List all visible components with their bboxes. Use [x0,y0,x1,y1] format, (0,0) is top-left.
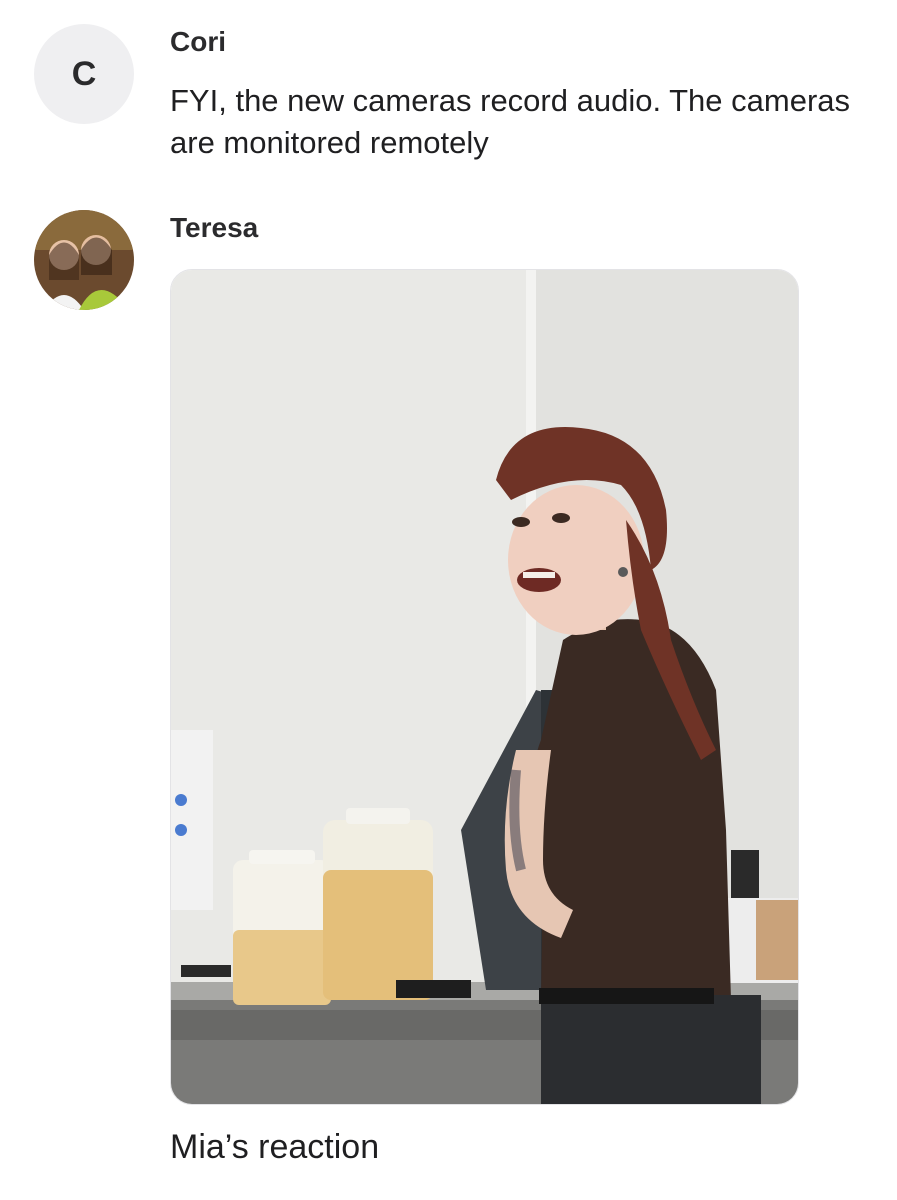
sender-name[interactable]: Cori [170,26,226,58]
photo-caption[interactable]: Mia’s reaction [170,1128,379,1167]
avatar-initial: C [71,54,97,93]
avatar[interactable]: C [34,24,134,124]
avatar-photo-icon [34,210,134,310]
avatar[interactable] [34,210,134,310]
photo-attachment[interactable] [170,269,799,1105]
sender-name[interactable]: Teresa [170,212,258,244]
message-teresa: Teresa Mia’s reaction [0,200,897,1200]
message-text[interactable]: FYI, the new cameras record audio. The c… [170,80,870,164]
photo-image [171,270,798,1104]
message-cori: C Cori FYI, the new cameras record audio… [0,0,897,190]
